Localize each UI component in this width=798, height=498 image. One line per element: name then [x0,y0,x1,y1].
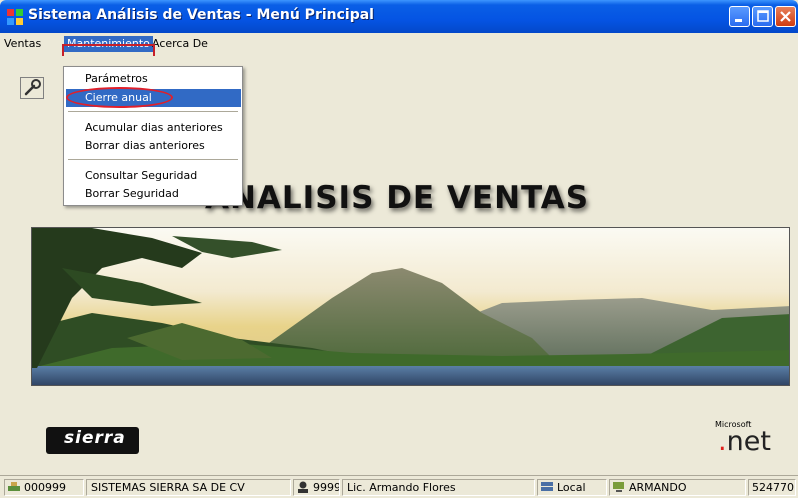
status-company-code: 000999 [4,479,84,496]
status-machine: ARMANDO [609,479,746,496]
app-icon[interactable] [7,9,23,25]
status-bar: 000999 SISTEMAS SIERRA SA DE CV 9999 Lic… [0,475,798,498]
mantenimiento-dropdown: Parámetros Cierre anual Acumular dias an… [63,66,243,206]
title-bar[interactable]: Sistema Análisis de Ventas - Menú Princi… [0,0,798,33]
menu-item-consultar-seguridad[interactable]: Consultar Seguridad [66,167,241,185]
computer-icon [612,481,626,493]
tool-button[interactable] [20,77,44,99]
menu-item-borrar-dias[interactable]: Borrar dias anteriores [66,137,241,155]
sierra-logo-text: sierra [64,428,126,448]
network-icon [7,481,21,493]
status-server: Local [537,479,607,496]
landscape-image [31,227,790,386]
main-window: Sistema Análisis de Ventas - Menú Princi… [0,0,798,498]
wrench-icon [21,79,43,101]
status-user-code: 9999 [293,479,340,496]
minimize-button[interactable] [729,6,750,27]
menu-item-parametros[interactable]: Parámetros [66,70,241,88]
status-number: 524770 [748,479,796,496]
annotation-highlight-cierre [66,87,173,108]
window-title: Sistema Análisis de Ventas - Menú Princi… [28,7,374,23]
status-company-name: SISTEMAS SIERRA SA DE CV [86,479,291,496]
status-user-name: Lic. Armando Flores [342,479,535,496]
maximize-button[interactable] [752,6,773,27]
page-heading: ANALISIS DE VENTAS [205,180,590,216]
server-icon [540,481,554,493]
menu-separator [68,159,238,160]
user-icon [296,481,310,493]
close-button[interactable] [775,6,796,27]
menu-item-acumular-dias[interactable]: Acumular dias anteriores [66,119,241,137]
menu-acerca-de[interactable]: Acerca De [149,36,211,52]
menu-ventas[interactable]: Ventas [1,36,44,52]
menu-item-borrar-seguridad[interactable]: Borrar Seguridad [66,185,241,203]
net-logo: .net [718,426,771,457]
menu-separator [68,111,238,112]
